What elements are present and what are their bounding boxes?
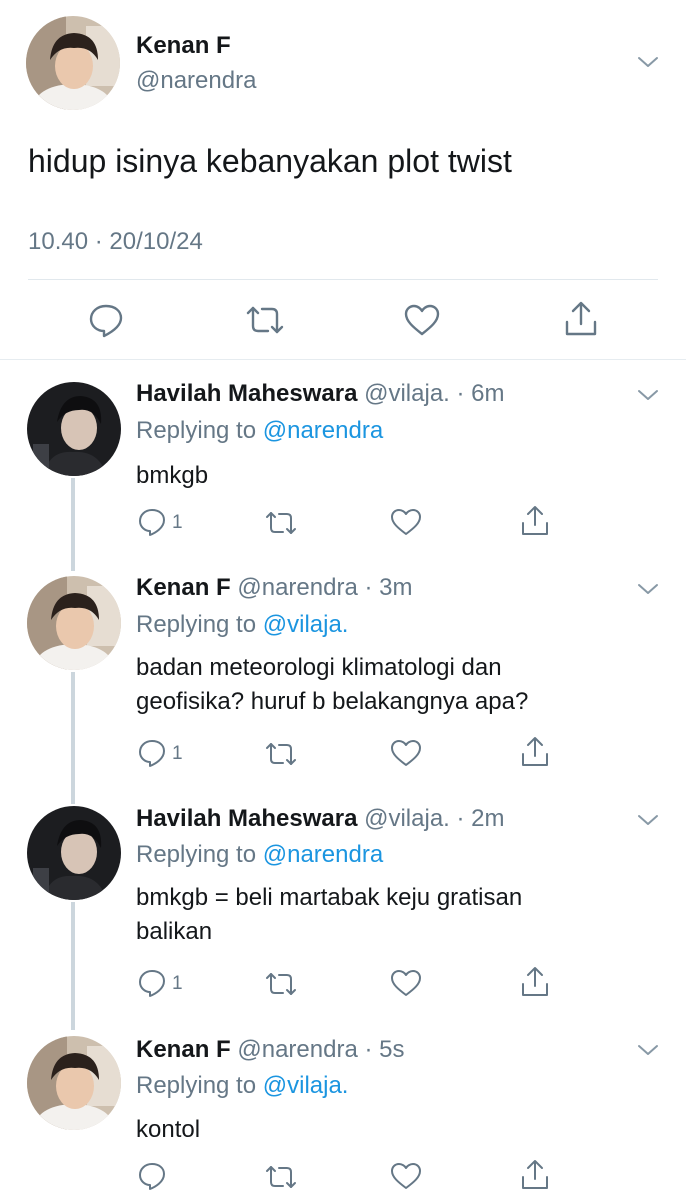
mention-link[interactable]: @vilaja. [263, 611, 349, 638]
thread-line [71, 672, 75, 804]
reply-author-handle[interactable]: @narendra · 3m [237, 574, 412, 601]
reply-count: 1 [172, 743, 183, 764]
tweet-timestamp[interactable]: 10.40 · 20/10/24 [28, 228, 203, 256]
thread-line [71, 902, 75, 1030]
mention-link[interactable]: @vilaja. [263, 1072, 349, 1099]
havilah-avatar[interactable] [27, 382, 121, 476]
mention-link[interactable]: @narendra [263, 841, 383, 868]
author-name[interactable]: Kenan F [136, 32, 231, 60]
reply-text: bmkgb = beli martabak keju gratisan bali… [136, 884, 523, 945]
tweet-text: hidup isinya kebanyakan plot twist [28, 143, 512, 179]
share-icon[interactable] [520, 736, 550, 768]
reply-icon[interactable] [137, 738, 167, 768]
reply-count: 1 [172, 512, 183, 533]
section-divider [0, 359, 686, 360]
chevron-down-icon[interactable] [637, 55, 659, 69]
retweet-icon[interactable] [264, 1164, 298, 1190]
thread-line [71, 478, 75, 571]
reply-author-name[interactable]: Havilah Maheswara [136, 380, 357, 407]
reply-author-handle[interactable]: @vilaja. · 6m [364, 380, 504, 407]
reply-header: Kenan F @narendra · 3m [136, 574, 412, 602]
havilah-avatar[interactable] [27, 806, 121, 900]
retweet-icon[interactable] [264, 741, 298, 767]
retweet-icon[interactable] [264, 971, 298, 997]
share-icon[interactable] [563, 300, 599, 338]
chevron-down-icon[interactable] [637, 388, 659, 402]
replying-label: Replying to [136, 611, 263, 638]
reply-text: badan meteorologi klimatologi dan geofis… [136, 654, 529, 715]
reply-icon[interactable] [137, 1161, 167, 1191]
retweet-icon[interactable] [244, 304, 286, 336]
kenan-avatar[interactable] [26, 16, 120, 110]
share-icon[interactable] [520, 1159, 550, 1191]
replying-label: Replying to [136, 1072, 263, 1099]
replying-to: Replying to @vilaja. [136, 1072, 348, 1100]
share-icon[interactable] [520, 966, 550, 998]
mention-link[interactable]: @narendra [263, 417, 383, 444]
reply-icon[interactable] [88, 302, 124, 338]
like-icon[interactable] [390, 1162, 422, 1190]
chevron-down-icon[interactable] [637, 582, 659, 596]
share-icon[interactable] [520, 505, 550, 537]
chevron-down-icon[interactable] [637, 1043, 659, 1057]
replying-label: Replying to [136, 841, 263, 868]
like-icon[interactable] [403, 303, 441, 337]
replying-to: Replying to @vilaja. [136, 611, 348, 639]
kenan-avatar[interactable] [27, 1036, 121, 1130]
replying-to: Replying to @narendra [136, 417, 383, 445]
reply-author-handle[interactable]: @narendra · 5s [237, 1036, 404, 1063]
divider [28, 279, 658, 280]
reply-count: 1 [172, 973, 183, 994]
reply-author-name[interactable]: Kenan F [136, 1036, 231, 1063]
replying-label: Replying to [136, 417, 263, 444]
like-icon[interactable] [390, 739, 422, 767]
retweet-icon[interactable] [264, 510, 298, 536]
reply-header: Havilah Maheswara @vilaja. · 2m [136, 805, 505, 833]
reply-header: Kenan F @narendra · 5s [136, 1036, 404, 1064]
reply-icon[interactable] [137, 968, 167, 998]
chevron-down-icon[interactable] [637, 813, 659, 827]
reply-icon[interactable] [137, 507, 167, 537]
reply-author-handle[interactable]: @vilaja. · 2m [364, 805, 504, 832]
like-icon[interactable] [390, 969, 422, 997]
replying-to: Replying to @narendra [136, 841, 383, 869]
reply-text: bmkgb [136, 462, 209, 489]
kenan-avatar[interactable] [27, 576, 121, 670]
like-icon[interactable] [390, 508, 422, 536]
reply-header: Havilah Maheswara @vilaja. · 6m [136, 380, 505, 408]
reply-author-name[interactable]: Havilah Maheswara [136, 805, 357, 832]
author-handle[interactable]: @narendra [136, 67, 256, 95]
reply-text: kontol [136, 1116, 201, 1143]
reply-author-name[interactable]: Kenan F [136, 574, 231, 601]
